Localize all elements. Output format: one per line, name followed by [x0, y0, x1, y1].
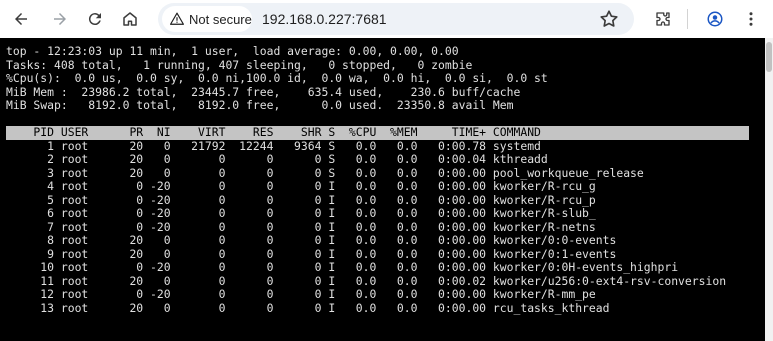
browser-toolbar: Not secure 192.168.0.227:7681: [0, 0, 773, 38]
back-button[interactable]: [7, 5, 35, 33]
reload-button[interactable]: [81, 5, 109, 33]
process-row: 5 root 0 -20 0 0 0 I 0.0 0.0 0:00.00 kwo…: [6, 192, 596, 207]
toolbar-divider: [687, 9, 688, 29]
arrow-left-icon: [15, 13, 27, 25]
security-label: Not secure: [189, 11, 252, 27]
process-row: 2 root 20 0 0 0 0 S 0.0 0.0 0:00.04 kthr…: [6, 152, 548, 166]
bookmark-star-icon[interactable]: [598, 8, 620, 30]
summary-line: top - 12:23:03 up 11 min, 1 user, load a…: [6, 44, 459, 58]
summary-line: MiB Mem : 23986.2 total, 23445.7 free, 6…: [6, 84, 521, 99]
forward-button[interactable]: [46, 5, 74, 33]
process-row: 12 root 0 -20 0 0 0 I 0.0 0.0 0:00.00 kw…: [6, 287, 596, 301]
process-row: 6 root 0 -20 0 0 0 I 0.0 0.0 0:00.00 kwo…: [6, 206, 596, 220]
reload-icon: [88, 13, 101, 26]
process-row: 10 root 0 -20 0 0 0 I 0.0 0.0 0:00.00 kw…: [6, 260, 679, 274]
puzzle-icon: [656, 12, 670, 26]
url-text[interactable]: 192.168.0.227:7681: [262, 11, 387, 27]
process-row: 13 root 20 0 0 0 0 I 0.0 0.0 0:00.00 rcu…: [6, 300, 610, 315]
terminal-viewport[interactable]: top - 12:23:03 up 11 min, 1 user, load a…: [0, 38, 773, 341]
scrollbar-thumb[interactable]: [766, 42, 772, 72]
address-bar[interactable]: Not secure 192.168.0.227:7681: [158, 3, 634, 35]
menu-button[interactable]: [737, 5, 765, 33]
summary-line: %Cpu(s): 0.0 us, 0.0 sy, 0.0 ni,100.0 id…: [6, 71, 548, 85]
profile-button[interactable]: [701, 5, 729, 33]
process-row: 1 root 20 0 21792 12244 9364 S 0.0 0.0 0…: [6, 138, 541, 153]
extensions-button[interactable]: [649, 5, 677, 33]
process-row: 8 root 20 0 0 0 0 I 0.0 0.0 0:00.00 kwor…: [6, 233, 617, 247]
process-row: 11 root 20 0 0 0 0 I 0.0 0.0 0:00.02 kwo…: [6, 273, 727, 288]
process-row: 3 root 20 0 0 0 0 S 0.0 0.0 0:00.00 pool…: [6, 165, 644, 180]
security-chip[interactable]: Not secure: [162, 6, 252, 32]
profile-icon: [707, 11, 723, 27]
process-row: 9 root 20 0 0 0 0 I 0.0 0.0 0:00.00 kwor…: [6, 246, 617, 261]
column-header: PID USER PR NI VIRT RES SHR S %CPU %MEM …: [6, 125, 749, 140]
arrow-right-icon: [54, 13, 66, 25]
summary-line: Tasks: 408 total, 1 running, 407 sleepin…: [6, 57, 473, 72]
warning-icon: [170, 12, 184, 25]
summary-line: MiB Swap: 8192.0 total, 8192.0 free, 0.0…: [6, 98, 514, 112]
process-row: 7 root 0 -20 0 0 0 I 0.0 0.0 0:00.00 kwo…: [6, 219, 596, 234]
top-output: top - 12:23:03 up 11 min, 1 user, load a…: [6, 44, 749, 315]
process-row: 4 root 0 -20 0 0 0 I 0.0 0.0 0:00.00 kwo…: [6, 179, 596, 193]
more-vertical-icon: [749, 12, 753, 26]
scrollbar[interactable]: [765, 38, 773, 341]
home-button[interactable]: [116, 5, 144, 33]
home-icon: [123, 12, 137, 26]
